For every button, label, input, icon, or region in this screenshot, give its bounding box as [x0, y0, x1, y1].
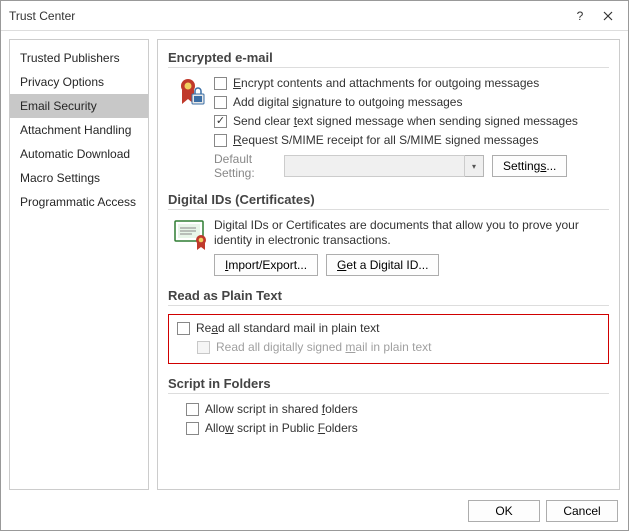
- trust-center-dialog: Trust Center ? Trusted Publishers Privac…: [0, 0, 629, 531]
- checkbox-read-signed-plain-label: Read all digitally signed mail in plain …: [216, 340, 431, 355]
- divider: [168, 305, 609, 306]
- close-button[interactable]: [594, 4, 622, 28]
- titlebar: Trust Center ?: [1, 1, 628, 31]
- divider: [168, 67, 609, 68]
- default-setting-label: DefaultSetting:: [214, 152, 264, 180]
- chevron-down-icon[interactable]: ▾: [465, 155, 484, 177]
- checkbox-read-plain-label: Read all standard mail in plain text: [196, 321, 379, 336]
- sidebar-item-attachment-handling[interactable]: Attachment Handling: [10, 118, 148, 142]
- checkbox-smime-receipt[interactable]: [214, 134, 227, 147]
- checkbox-encrypt-label: Encrypt contents and attachments for out…: [233, 76, 539, 91]
- checkbox-script-shared[interactable]: [186, 403, 199, 416]
- checkbox-read-signed-plain: [197, 341, 210, 354]
- sidebar-item-privacy-options[interactable]: Privacy Options: [10, 70, 148, 94]
- section-title-plain-text: Read as Plain Text: [168, 288, 609, 303]
- ok-button[interactable]: OK: [468, 500, 540, 522]
- checkbox-script-public[interactable]: [186, 422, 199, 435]
- digital-ids-description: Digital IDs or Certificates are document…: [214, 218, 609, 248]
- help-button[interactable]: ?: [566, 4, 594, 28]
- checkbox-script-public-label: Allow script in Public Folders: [205, 421, 358, 436]
- checkbox-clear-text[interactable]: [214, 115, 227, 128]
- ribbon-lock-icon: [168, 76, 214, 180]
- sidebar-item-macro-settings[interactable]: Macro Settings: [10, 166, 148, 190]
- cancel-button[interactable]: Cancel: [546, 500, 618, 522]
- checkbox-encrypt-contents[interactable]: [214, 77, 227, 90]
- dialog-footer: OK Cancel: [1, 494, 628, 530]
- checkbox-script-shared-label: Allow script in shared folders: [205, 402, 358, 417]
- section-title-script-folders: Script in Folders: [168, 376, 609, 391]
- highlight-plain-text: Read all standard mail in plain text Rea…: [168, 314, 609, 364]
- section-title-encrypted: Encrypted e-mail: [168, 50, 609, 65]
- checkbox-clear-text-label: Send clear text signed message when send…: [233, 114, 578, 129]
- checkbox-signature-label: Add digital signature to outgoing messag…: [233, 95, 462, 110]
- sidebar-item-trusted-publishers[interactable]: Trusted Publishers: [10, 46, 148, 70]
- divider: [168, 393, 609, 394]
- divider: [168, 209, 609, 210]
- sidebar-item-email-security[interactable]: Email Security: [10, 94, 148, 118]
- window-title: Trust Center: [9, 9, 566, 23]
- import-export-button[interactable]: Import/Export...: [214, 254, 318, 276]
- category-sidebar: Trusted Publishers Privacy Options Email…: [9, 39, 149, 490]
- certificate-icon: [168, 218, 214, 276]
- default-setting-dropdown[interactable]: ▾: [284, 155, 484, 177]
- checkbox-read-plain[interactable]: [177, 322, 190, 335]
- checkbox-smime-label: Request S/MIME receipt for all S/MIME si…: [233, 133, 538, 148]
- sidebar-item-automatic-download[interactable]: Automatic Download: [10, 142, 148, 166]
- content-pane: Encrypted e-mail Encryp: [157, 39, 620, 490]
- sidebar-item-programmatic-access[interactable]: Programmatic Access: [10, 190, 148, 214]
- section-title-digital-ids: Digital IDs (Certificates): [168, 192, 609, 207]
- checkbox-add-signature[interactable]: [214, 96, 227, 109]
- get-digital-id-button[interactable]: Get a Digital ID...: [326, 254, 439, 276]
- settings-button[interactable]: Settings...: [492, 155, 567, 177]
